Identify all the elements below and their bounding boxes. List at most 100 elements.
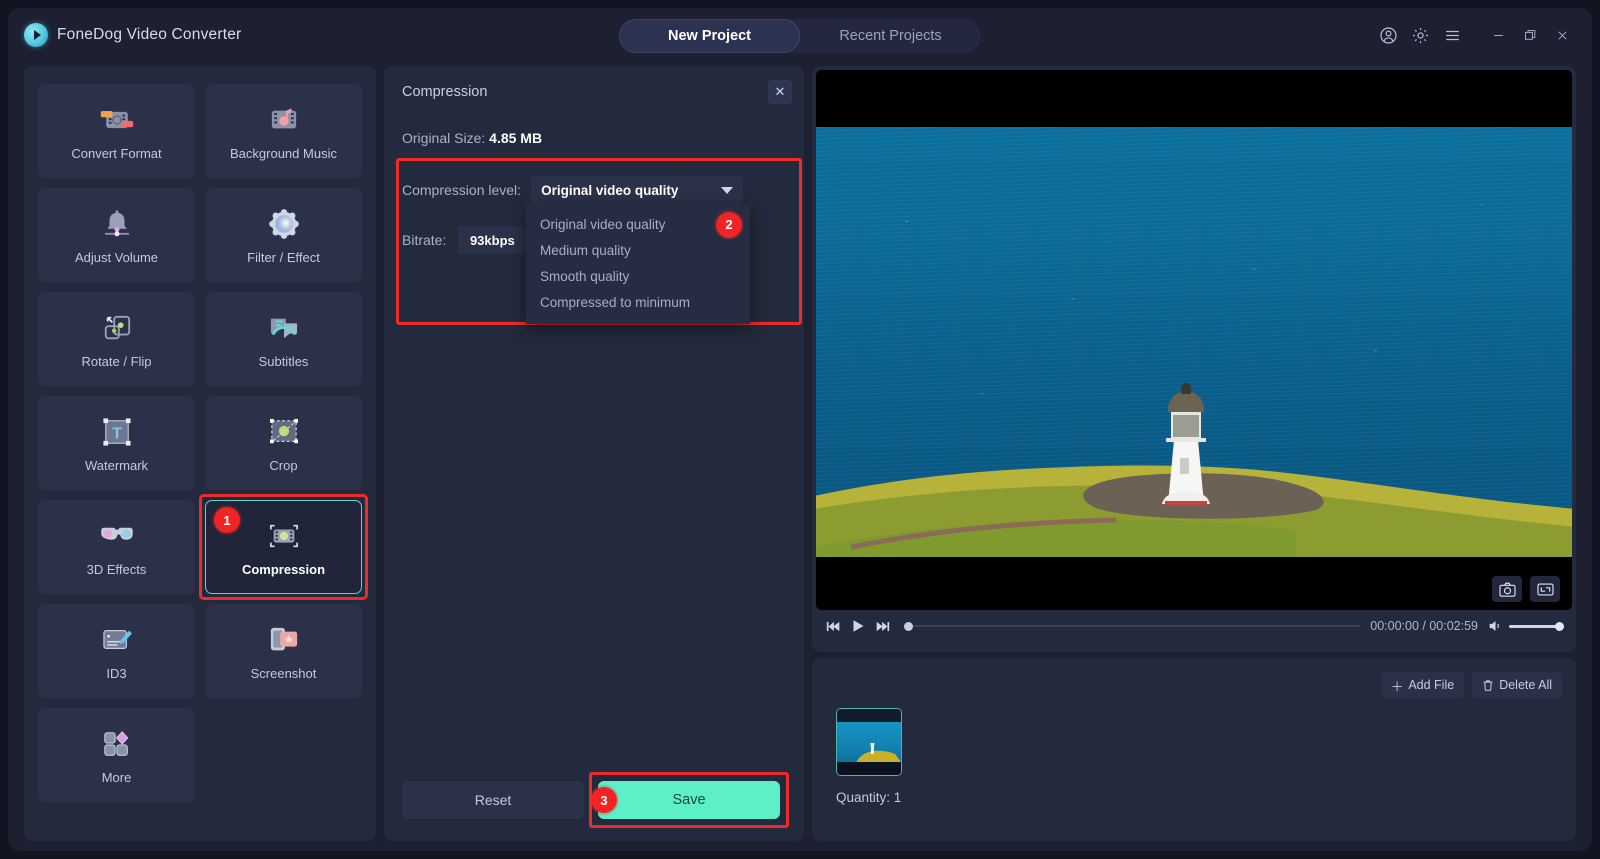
bitrate-input[interactable]: 93kbps — [458, 226, 527, 254]
original-size-label: Original Size: — [402, 130, 486, 146]
dropdown-option-smooth[interactable]: Smooth quality — [526, 266, 750, 288]
project-tabs: New Project Recent Projects — [619, 19, 981, 53]
app-title: FoneDog Video Converter — [57, 26, 242, 43]
tool-label: ID3 — [106, 665, 127, 681]
tool-filter-effect[interactable]: Filter / Effect — [205, 188, 362, 282]
trash-icon — [1483, 679, 1493, 691]
file-list-panel: ＋ Add File Delete All Quantity: 1 — [812, 658, 1576, 841]
tools-sidebar: Convert Format Background Music Adjust V… — [24, 66, 376, 841]
volume-icon[interactable] — [1488, 619, 1503, 633]
id3-icon — [97, 622, 137, 658]
tool-screenshot[interactable]: Screenshot — [205, 604, 362, 698]
tool-label: Background Music — [230, 145, 337, 161]
tool-compression[interactable]: 1 Compression — [199, 494, 368, 600]
tool-label: Screenshot — [250, 665, 317, 681]
rotate-flip-icon — [97, 310, 137, 346]
tool-label: Compression — [241, 561, 326, 577]
brand: FoneDog Video Converter — [24, 23, 241, 47]
dropdown-option-label: Original video quality — [540, 217, 666, 232]
close-icon[interactable]: ✕ — [768, 80, 792, 104]
tool-adjust-volume[interactable]: Adjust Volume — [38, 188, 195, 282]
tool-rotate-flip[interactable]: Rotate / Flip — [38, 292, 195, 386]
tool-watermark[interactable]: T Watermark — [38, 396, 195, 490]
dropdown-option-medium[interactable]: Medium quality — [526, 240, 750, 262]
thumb-letterbox-top — [837, 709, 901, 722]
close-icon[interactable] — [1546, 8, 1578, 62]
camera-icon[interactable] — [1492, 576, 1522, 602]
tool-crop[interactable]: Crop — [205, 396, 362, 490]
compression-level-dropdown: Original video quality 2 Medium quality … — [526, 204, 750, 324]
dropdown-option-original[interactable]: Original video quality 2 — [526, 212, 750, 238]
lighthouse-thumbnail[interactable] — [836, 708, 902, 776]
application-window: FoneDog Video Converter New Project Rece… — [8, 8, 1592, 851]
tool-background-music[interactable]: Background Music — [205, 84, 362, 178]
thumb-letterbox-bottom — [837, 762, 901, 775]
fullscreen-icon[interactable] — [1530, 576, 1560, 602]
file-actions: ＋ Add File Delete All — [1380, 672, 1562, 698]
tool-label: Subtitles — [258, 353, 309, 369]
minimize-icon[interactable] — [1482, 8, 1514, 62]
video-preview[interactable] — [816, 70, 1572, 610]
tool-grid: Convert Format Background Music Adjust V… — [38, 84, 368, 802]
tool-id3[interactable]: ID3 — [38, 604, 195, 698]
window-controls — [1372, 8, 1578, 62]
delete-all-button[interactable]: Delete All — [1472, 672, 1562, 698]
watermark-icon: T — [97, 414, 137, 450]
seek-bar[interactable] — [904, 619, 1361, 633]
player-controls: 00:00:00 / 00:02:59 — [826, 612, 1564, 640]
seek-handle[interactable] — [904, 621, 913, 631]
compression-level-value: Original video quality — [541, 182, 679, 198]
tool-more[interactable]: More — [38, 708, 195, 802]
preview-panel: 00:00:00 / 00:02:59 — [812, 66, 1576, 652]
tool-3d-effects[interactable]: 3D Effects — [38, 500, 195, 594]
volume-track[interactable] — [1509, 621, 1564, 631]
compression-panel-header: Compression ✕ — [384, 66, 804, 118]
skip-previous-icon[interactable] — [826, 620, 841, 633]
volume-control[interactable] — [1488, 619, 1564, 633]
compression-level-select[interactable]: Original video quality — [531, 176, 744, 204]
add-file-button[interactable]: ＋ Add File — [1380, 672, 1465, 698]
tool-label: Rotate / Flip — [81, 353, 152, 369]
letterbox-bottom — [816, 557, 1572, 610]
tool-convert-format[interactable]: Convert Format — [38, 84, 195, 178]
compression-icon — [264, 518, 304, 554]
dropdown-option-minimum[interactable]: Compressed to minimum — [526, 292, 750, 314]
original-size: Original Size: 4.85 MB — [402, 130, 542, 146]
skip-next-icon[interactable] — [875, 620, 890, 633]
gear-icon[interactable] — [1404, 8, 1436, 62]
tab-recent-projects[interactable]: Recent Projects — [800, 19, 981, 53]
bitrate-label: Bitrate: — [402, 232, 447, 248]
play-icon[interactable] — [851, 619, 865, 633]
save-button[interactable]: Save — [598, 781, 780, 819]
crop-icon — [264, 414, 304, 450]
step-badge-1: 1 — [214, 507, 240, 533]
3d-effects-icon — [97, 518, 137, 554]
account-icon[interactable] — [1372, 8, 1404, 62]
step-badge-3: 3 — [591, 787, 617, 813]
tool-label: Filter / Effect — [247, 249, 320, 265]
volume-handle[interactable] — [1555, 621, 1564, 631]
save-button-wrapper: 3 Save — [589, 772, 789, 828]
panel-footer: Reset 3 Save — [384, 772, 804, 828]
original-size-value: 4.85 MB — [489, 130, 543, 146]
reset-button[interactable]: Reset — [402, 781, 584, 819]
preview-actions — [1492, 576, 1560, 602]
tool-subtitles[interactable]: Subtitles — [205, 292, 362, 386]
tool-label: Crop — [269, 457, 298, 473]
plus-icon: ＋ — [1390, 679, 1404, 694]
panel-title: Compression — [402, 84, 488, 100]
maximize-icon[interactable] — [1514, 8, 1546, 62]
bitrate-row: Bitrate: 93kbps — [402, 226, 527, 254]
lighthouse-graphic — [1162, 383, 1210, 505]
seek-track — [912, 625, 1361, 627]
tool-label: Watermark — [84, 457, 149, 473]
chevron-down-icon — [721, 186, 734, 194]
background-music-icon — [264, 102, 304, 138]
hamburger-menu-icon[interactable] — [1436, 8, 1468, 62]
compression-panel: Compression ✕ Original Size: 4.85 MB Com… — [384, 66, 804, 841]
time-display: 00:00:00 / 00:02:59 — [1370, 619, 1478, 633]
letterbox-top — [816, 70, 1572, 127]
tab-new-project[interactable]: New Project — [619, 19, 800, 53]
tool-label: 3D Effects — [86, 561, 147, 577]
tool-label: More — [101, 769, 132, 785]
